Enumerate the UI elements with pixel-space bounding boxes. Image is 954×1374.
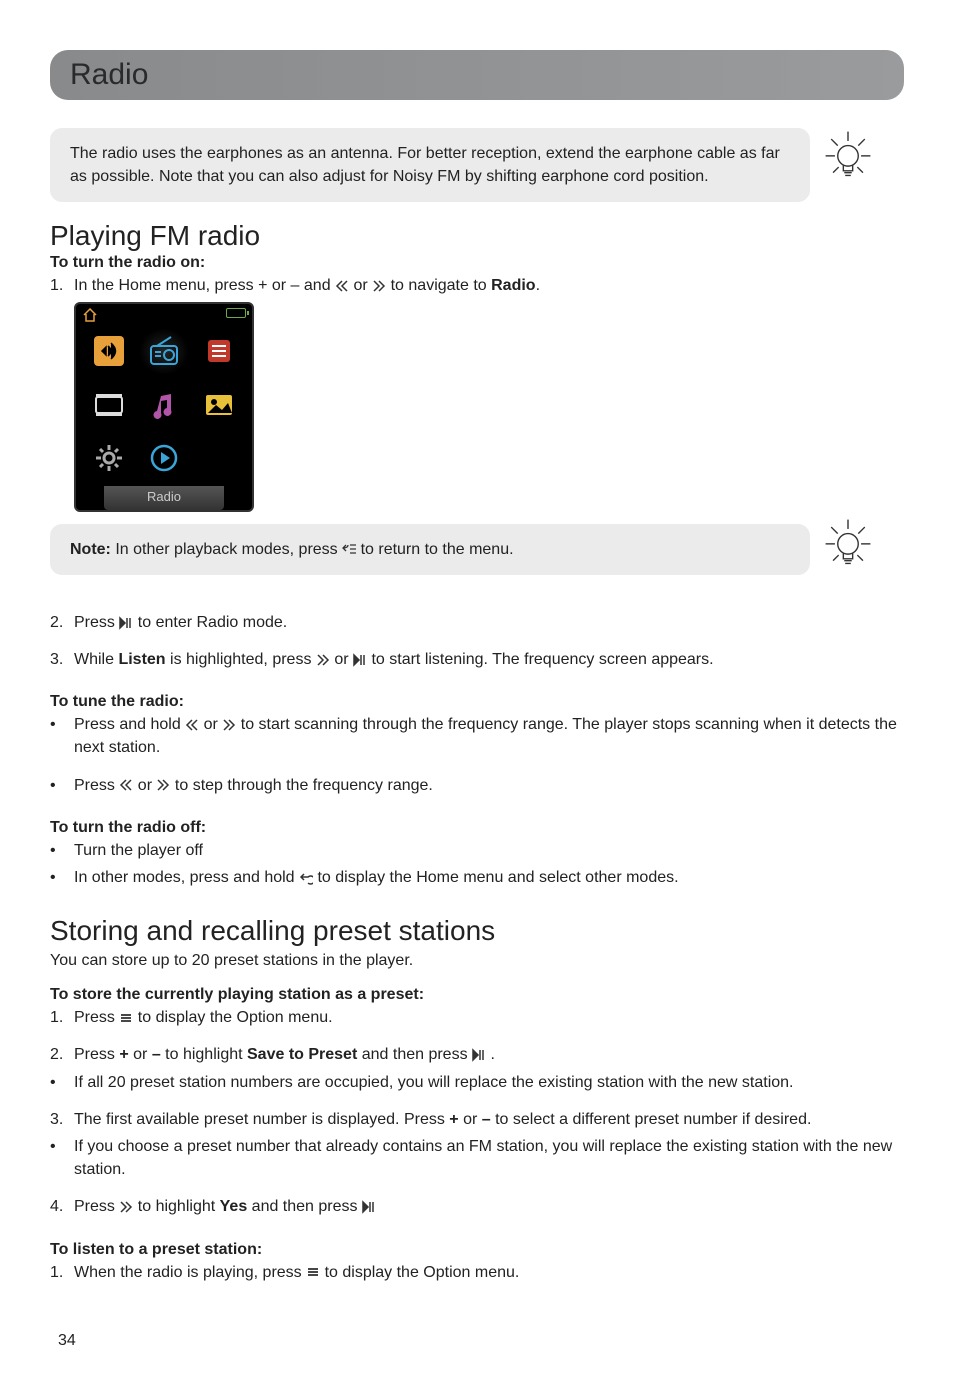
- preset-step-1: 1. Press to display the Option menu.: [50, 1006, 904, 1029]
- tip-text: The radio uses the earphones as an anten…: [70, 145, 780, 185]
- left-chevrons-icon: [119, 778, 133, 792]
- right-chevrons-icon: [316, 653, 330, 667]
- back-icon: [299, 871, 313, 885]
- bullet-text: If you choose a preset number that alrea…: [74, 1135, 904, 1181]
- bullet-text: Press and hold or to start scanning thro…: [74, 713, 904, 759]
- menu-icon: [119, 1011, 133, 1025]
- lightbulb-icon: [820, 126, 876, 182]
- preset-step-2-bullet: • If all 20 preset station numbers are o…: [50, 1071, 904, 1094]
- step-number: 3.: [50, 648, 74, 671]
- right-chevrons-icon: [372, 279, 386, 293]
- right-chevrons-icon: [156, 778, 170, 792]
- photo-icon: [195, 381, 244, 428]
- step-1: 1. In the Home menu, press + or – and or…: [50, 274, 904, 297]
- tune-label: To tune the radio:: [50, 693, 904, 711]
- bullet-dot: •: [50, 866, 74, 889]
- audible-icon: [84, 328, 133, 375]
- bullet-dot: •: [50, 713, 74, 759]
- device-screenshot: Radio: [74, 302, 254, 512]
- step-number: 1.: [50, 1261, 74, 1284]
- bullet-text: Press or to step through the frequency r…: [74, 774, 433, 797]
- bullet-text: In other modes, press and hold to displa…: [74, 866, 679, 889]
- page-number: 34: [58, 1332, 76, 1350]
- home-icon: [82, 308, 98, 322]
- step-number: 4.: [50, 1195, 74, 1218]
- left-chevrons-icon: [335, 279, 349, 293]
- listen-label: To listen to a preset station:: [50, 1241, 904, 1259]
- step-text: Press to highlight Yes and then press: [74, 1195, 376, 1218]
- store-label: To store the currently playing station a…: [50, 986, 904, 1004]
- step-3: 3. While Listen is highlighted, press or…: [50, 648, 904, 671]
- device-label: Radio: [104, 486, 224, 510]
- bullet-text: Turn the player off: [74, 839, 203, 862]
- step-text: Press to display the Option menu.: [74, 1006, 333, 1029]
- bullet-off-1: • Turn the player off: [50, 839, 904, 862]
- bullet-dot: •: [50, 1135, 74, 1181]
- section-header: Radio: [50, 50, 904, 100]
- preset-step-4: 4. Press to highlight Yes and then press: [50, 1195, 904, 1218]
- turn-off-label: To turn the radio off:: [50, 819, 904, 837]
- tip-box: The radio uses the earphones as an anten…: [50, 128, 810, 202]
- lightbulb-icon: [820, 514, 876, 570]
- left-chevrons-icon: [185, 718, 199, 732]
- preset-intro: You can store up to 20 preset stations i…: [50, 949, 904, 972]
- menu-back-icon: [342, 542, 356, 556]
- right-chevrons-icon: [119, 1200, 133, 1214]
- step-number: 2.: [50, 1043, 74, 1066]
- step-number: 1.: [50, 274, 74, 297]
- bullet-dot: •: [50, 1071, 74, 1094]
- step-text: While Listen is highlighted, press or to…: [74, 648, 714, 671]
- bullet-off-2: • In other modes, press and hold to disp…: [50, 866, 904, 889]
- note-box: Note: In other playback modes, press to …: [50, 524, 810, 575]
- play-pause-icon: [362, 1200, 376, 1214]
- step-number: 2.: [50, 611, 74, 634]
- preset-step-3: 3. The first available preset number is …: [50, 1108, 904, 1131]
- nowplaying-icon: [139, 434, 188, 481]
- radio-icon: [139, 328, 188, 375]
- preset-step-2: 2. Press + or – to highlight Save to Pre…: [50, 1043, 904, 1066]
- step-text: Press + or – to highlight Save to Preset…: [74, 1043, 495, 1066]
- play-pause-icon: [119, 616, 133, 630]
- bullet-dot: •: [50, 839, 74, 862]
- step-text: Press to enter Radio mode.: [74, 611, 287, 634]
- bullet-text: If all 20 preset station numbers are occ…: [74, 1071, 794, 1094]
- step-text: When the radio is playing, press to disp…: [74, 1261, 519, 1284]
- right-chevrons-icon: [222, 718, 236, 732]
- battery-icon: [226, 308, 246, 318]
- turn-on-label: To turn the radio on:: [50, 254, 904, 272]
- section-title: Radio: [70, 58, 148, 91]
- bullet-dot: •: [50, 774, 74, 797]
- playing-fm-heading: Playing FM radio: [50, 220, 904, 252]
- settings-icon: [84, 434, 133, 481]
- menu-icon: [306, 1265, 320, 1279]
- step-2: 2. Press to enter Radio mode.: [50, 611, 904, 634]
- step-number: 3.: [50, 1108, 74, 1131]
- preset-step-3-bullet: • If you choose a preset number that alr…: [50, 1135, 904, 1181]
- music-icon: [139, 381, 188, 428]
- bullet-tune-2: • Press or to step through the frequency…: [50, 774, 904, 797]
- playlists-icon: [195, 328, 244, 375]
- step-text: In the Home menu, press + or – and or to…: [74, 274, 540, 297]
- listen-step-1: 1. When the radio is playing, press to d…: [50, 1261, 904, 1284]
- preset-heading: Storing and recalling preset stations: [50, 915, 904, 947]
- video-icon: [84, 381, 133, 428]
- step-text: The first available preset number is dis…: [74, 1108, 811, 1131]
- bullet-tune-1: • Press and hold or to start scanning th…: [50, 713, 904, 759]
- note-prefix: Note:: [70, 541, 111, 558]
- play-pause-icon: [353, 653, 367, 667]
- step-number: 1.: [50, 1006, 74, 1029]
- play-pause-icon: [472, 1048, 486, 1062]
